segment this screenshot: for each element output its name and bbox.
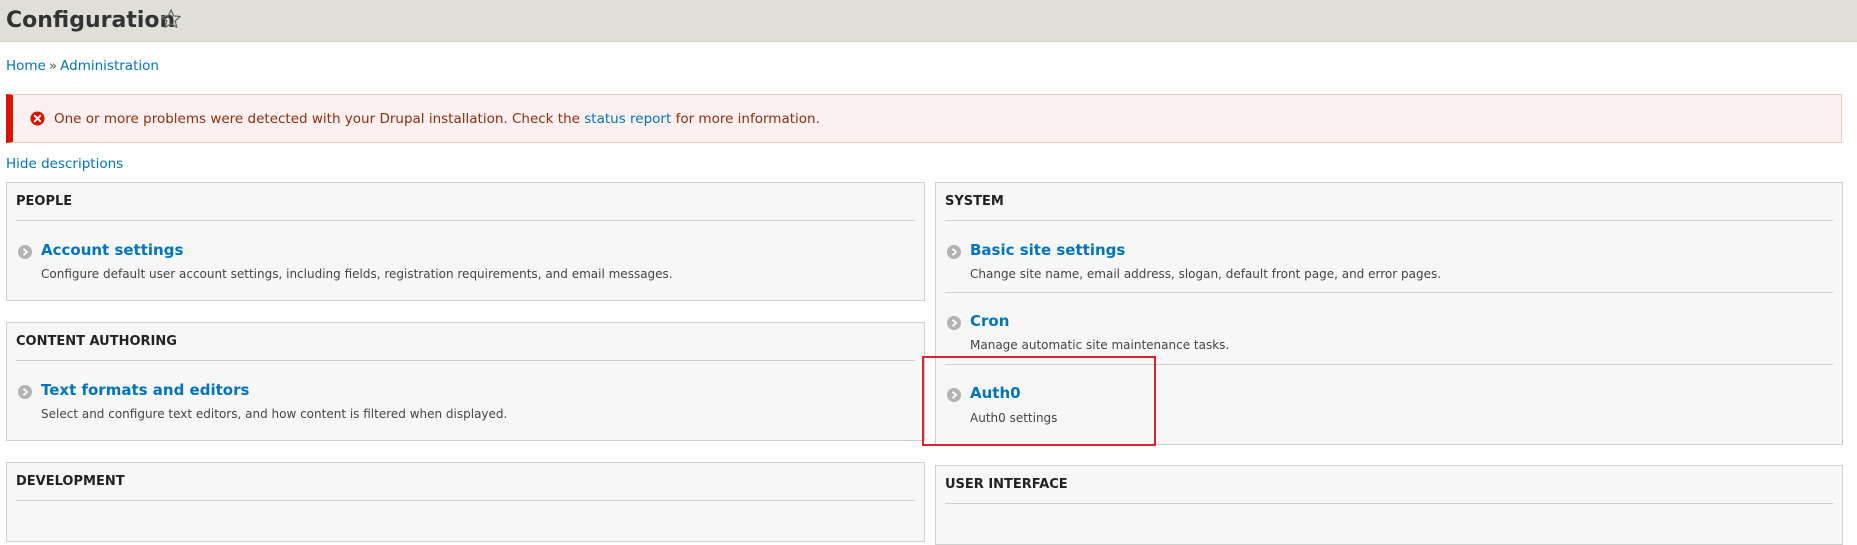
page-title: Configuration <box>6 8 176 33</box>
basic-site-settings-link[interactable]: Basic site settings <box>970 241 1125 259</box>
basic-site-settings-description: Change site name, email address, slogan,… <box>970 267 1442 281</box>
panel-title-system: SYSTEM <box>945 183 1833 221</box>
panel-content-authoring: CONTENT AUTHORING Text formats and edito… <box>6 322 925 441</box>
breadcrumb-home[interactable]: Home <box>6 58 46 74</box>
chevron-circle-icon <box>947 316 961 330</box>
admin-item-account-settings: Account settings Configure default user … <box>16 221 915 299</box>
cron-link[interactable]: Cron <box>970 312 1009 330</box>
panel-title-user-interface: USER INTERFACE <box>945 466 1833 504</box>
error-message-text: One or more problems were detected with … <box>54 111 820 127</box>
text-formats-description: Select and configure text editors, and h… <box>41 407 508 421</box>
panel-people: PEOPLE Account settings Configure defaul… <box>6 182 925 301</box>
panel-title-development: DEVELOPMENT <box>16 463 915 501</box>
chevron-circle-icon <box>18 385 32 399</box>
highlight-box <box>922 356 1156 446</box>
star-icon[interactable] <box>160 8 182 30</box>
admin-item-basic-site-settings: Basic site settings Change site name, em… <box>945 221 1833 293</box>
page-header: Configuration <box>0 0 1857 42</box>
admin-item-cron: Cron Manage automatic site maintenance t… <box>945 293 1833 365</box>
message-text-after: for more information. <box>675 111 820 127</box>
chevron-circle-icon <box>18 245 32 259</box>
message-text-before: One or more problems were detected with … <box>54 111 580 127</box>
hide-descriptions-link[interactable]: Hide descriptions <box>6 156 123 172</box>
panel-user-interface: USER INTERFACE <box>935 465 1843 545</box>
panel-title-people: PEOPLE <box>16 183 915 221</box>
breadcrumb-administration[interactable]: Administration <box>60 58 159 74</box>
chevron-circle-icon <box>947 245 961 259</box>
cron-description: Manage automatic site maintenance tasks. <box>970 338 1230 352</box>
account-settings-description: Configure default user account settings,… <box>41 267 673 281</box>
breadcrumb: Home» Administration <box>6 58 159 74</box>
error-icon <box>30 111 45 126</box>
breadcrumb-separator: » <box>48 58 58 74</box>
text-formats-link[interactable]: Text formats and editors <box>41 381 249 399</box>
admin-item-text-formats: Text formats and editors Select and conf… <box>16 361 915 439</box>
status-report-link[interactable]: status report <box>584 111 671 127</box>
panel-development: DEVELOPMENT <box>6 462 925 542</box>
panel-title-content-authoring: CONTENT AUTHORING <box>16 323 915 361</box>
account-settings-link[interactable]: Account settings <box>41 241 183 259</box>
error-message: One or more problems were detected with … <box>6 94 1842 143</box>
